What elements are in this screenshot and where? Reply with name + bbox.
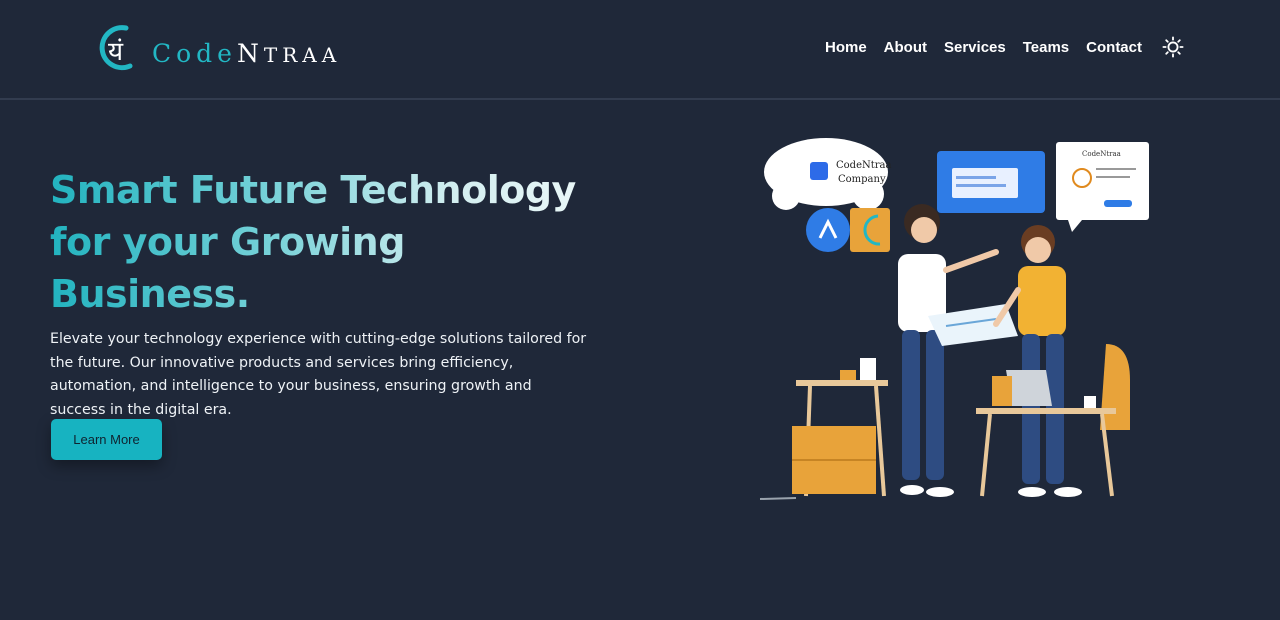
company-bubble-icon: CodeNtraa Company: [764, 138, 892, 210]
bubble-company-text: Company: [838, 174, 886, 185]
card-brand-text: CodeNtraa: [1082, 150, 1121, 158]
hero-title-line2: for your Growing: [50, 220, 405, 264]
nav-home[interactable]: Home: [825, 39, 867, 56]
hero-title-line1: Smart Future Technology: [50, 168, 576, 212]
site-header: यं CodeNtraa Home About Services Teams C…: [0, 0, 1280, 100]
hero-title: Smart Future Technology for your Growing…: [50, 164, 630, 320]
desk-left-icon: [792, 358, 888, 497]
nav-contact[interactable]: Contact: [1086, 39, 1142, 56]
nav-teams[interactable]: Teams: [1023, 39, 1069, 56]
logo-glyph: यं: [108, 37, 124, 67]
brand-name: CodeNtraa: [152, 39, 341, 68]
main-nav: Home About Services Teams Contact: [808, 31, 1184, 63]
learn-more-button[interactable]: Learn More: [51, 419, 162, 460]
brand-name-n: N: [236, 38, 264, 68]
hero-illustration: CodeNtraa Company CodeNtraa: [759, 138, 1149, 500]
browser-window-icon: [937, 151, 1045, 213]
hero-title-line3: Business.: [50, 272, 250, 316]
logo-badge-icon: [850, 208, 890, 252]
app-badge-icon: [806, 208, 850, 252]
nav-about[interactable]: About: [884, 39, 927, 56]
hero-description: Elevate your technology experience with …: [50, 331, 587, 418]
man-figure-icon: [993, 225, 1082, 497]
nav-services[interactable]: Services: [944, 39, 1006, 56]
sun-icon[interactable]: [1162, 36, 1184, 58]
brand-name-code: Code: [152, 38, 237, 68]
brand-logo[interactable]: यं CodeNtraa: [96, 20, 341, 76]
woman-figure-icon: [898, 204, 999, 497]
bubble-brand-text: CodeNtraa: [836, 160, 892, 171]
brand-name-traa: traa: [263, 42, 342, 67]
profile-card-icon: CodeNtraa: [1056, 142, 1149, 232]
logo-mark-icon: यं: [99, 25, 133, 71]
